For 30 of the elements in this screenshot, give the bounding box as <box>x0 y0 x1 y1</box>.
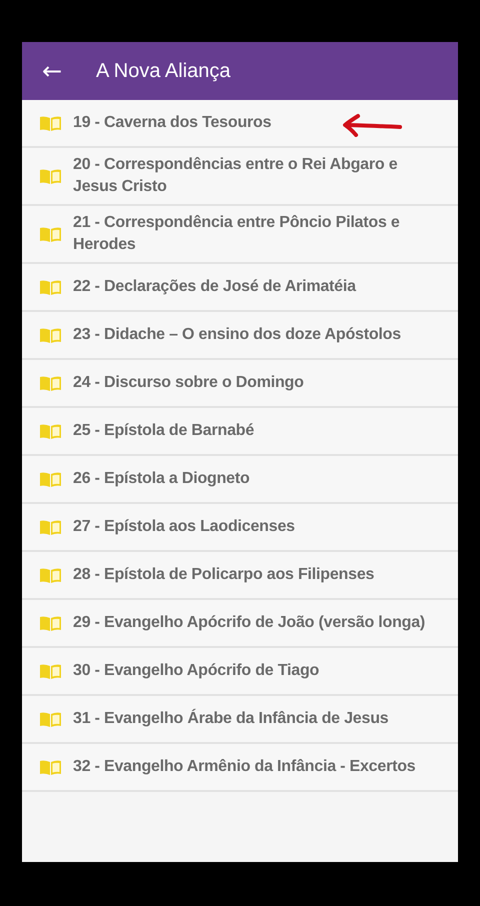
book-icon <box>40 116 61 130</box>
book-icon <box>40 520 61 534</box>
book-icon <box>40 280 61 294</box>
item-label: 26 - Epístola a Diogneto <box>73 469 250 489</box>
item-label: 24 - Discurso sobre o Domingo <box>73 373 304 393</box>
book-icon <box>40 424 61 438</box>
item-label: 31 - Evangelho Árabe da Infância de Jesus <box>73 708 388 729</box>
app-title: A Nova Aliança <box>96 60 231 82</box>
item-label: 32 - Evangelho Armênio da Infância - Excertos <box>73 757 416 777</box>
item-label: 22 - Declarações de José de Arimatéia <box>73 277 356 297</box>
book-icon <box>40 226 61 242</box>
book-icon <box>40 664 61 678</box>
item-label: 21 - Correspondência entre Pôncio Pilatos e Herodes <box>73 213 401 255</box>
item-label: 28 - Epístola de Policarpo aos Filipenses <box>73 565 374 585</box>
book-icon <box>40 616 61 630</box>
item-label: 29 - Evangelho Apócrifo de João (versão longa) <box>73 613 426 633</box>
back-button[interactable]: ← <box>38 59 66 83</box>
item-label: 30 - Evangelho Apócrifo de Tiago <box>73 661 320 681</box>
book-icon <box>40 760 61 774</box>
book-icon <box>40 328 61 342</box>
book-icon <box>40 168 61 184</box>
book-icon <box>40 472 61 486</box>
item-label: 27 - Epístola aos Laodicenses <box>73 517 295 537</box>
item-label: 23 - Didache – O ensino dos doze Apóstolos <box>73 325 401 345</box>
book-icon <box>40 376 61 390</box>
item-label: 25 - Epístola de Barnabé <box>73 421 254 441</box>
book-icon <box>40 568 61 582</box>
item-label: 20 - Correspondências entre o Rei Abgaro e Jesus Cristo <box>73 155 398 197</box>
item-label: 19 - Caverna dos Tesouros <box>73 113 272 133</box>
book-icon <box>40 712 61 726</box>
